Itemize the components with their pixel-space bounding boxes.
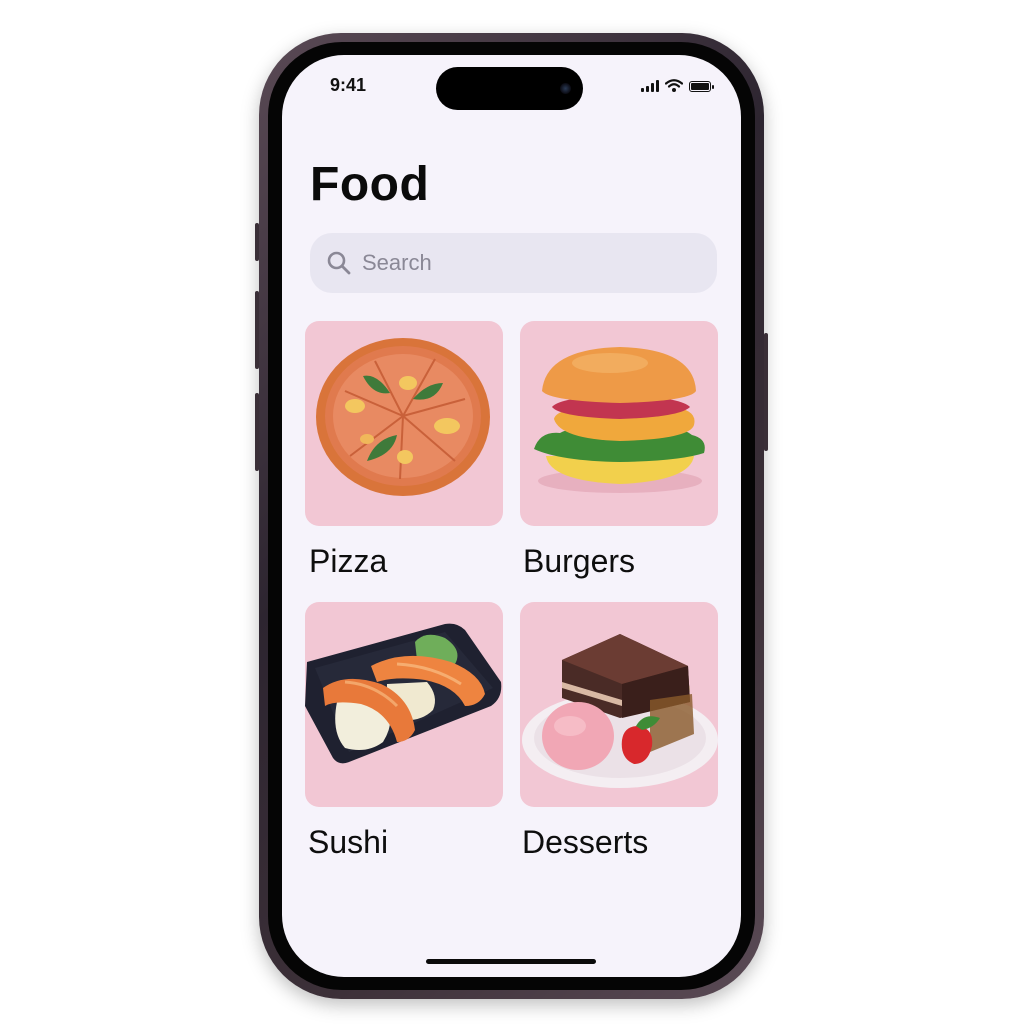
- search-icon: [327, 251, 351, 275]
- search-placeholder: Search: [362, 250, 432, 275]
- category-card-desserts[interactable]: [520, 602, 718, 807]
- category-card-burgers[interactable]: [520, 321, 718, 526]
- page-title: Food: [310, 158, 430, 211]
- volume-down-button: [255, 393, 259, 471]
- sushi-image: [305, 623, 502, 764]
- volume-up-button: [255, 291, 259, 369]
- dessert-image: [522, 634, 718, 788]
- app-screen: 9:41 Food Search Pizza Burgers Sushi Des…: [282, 55, 741, 977]
- status-time: 9:41: [330, 75, 367, 95]
- search-bar[interactable]: Search: [310, 233, 717, 293]
- category-card-sushi[interactable]: [305, 602, 503, 807]
- category-label-sushi[interactable]: Sushi: [308, 824, 388, 861]
- battery-icon: [689, 81, 714, 92]
- pizza-image: [316, 338, 490, 496]
- burger-image: [534, 347, 705, 493]
- category-label-desserts[interactable]: Desserts: [522, 824, 648, 861]
- action-button: [255, 223, 259, 261]
- status-icons: [641, 79, 714, 92]
- category-label-pizza[interactable]: Pizza: [309, 543, 387, 580]
- wifi-icon: [665, 79, 683, 92]
- camera-icon: [560, 83, 571, 94]
- dynamic-island: [436, 67, 583, 110]
- home-indicator[interactable]: [426, 959, 596, 964]
- category-label-burgers[interactable]: Burgers: [523, 543, 635, 580]
- category-card-pizza[interactable]: [305, 321, 503, 526]
- power-button: [764, 333, 768, 451]
- cellular-signal-icon: [641, 80, 659, 92]
